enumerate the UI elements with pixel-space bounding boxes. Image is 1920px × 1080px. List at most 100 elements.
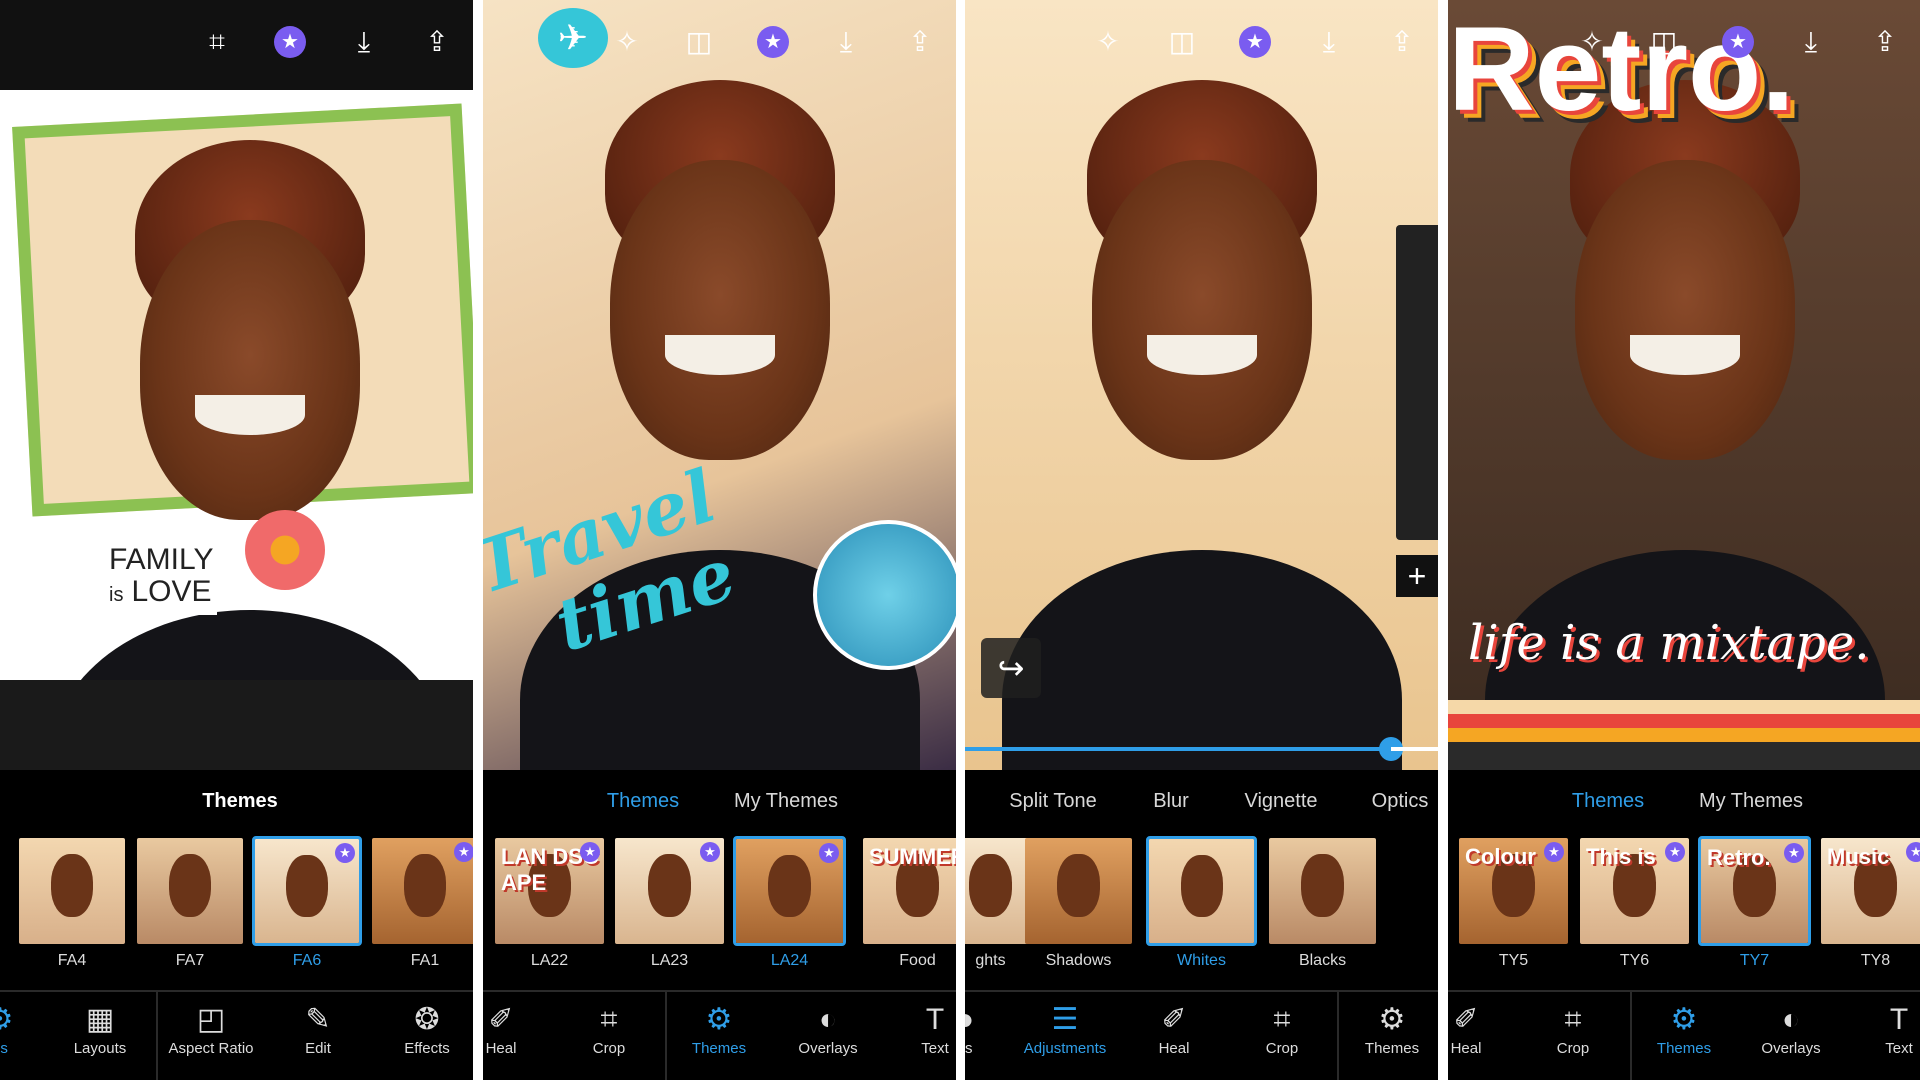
premium-star-icon: ★ (454, 842, 473, 862)
thumbnail-ty6[interactable]: This is ★ (1578, 836, 1691, 946)
redo-button[interactable]: ↪ (981, 638, 1041, 698)
nav-edit[interactable]: ✎ Edit (263, 1000, 373, 1057)
tab-blur[interactable]: Blur (1153, 790, 1189, 813)
nav-adjustments[interactable]: ☰ Adjustments (1010, 1000, 1120, 1057)
nav-text[interactable]: T Text (1844, 1000, 1920, 1057)
nav-heal[interactable]: ✐ Heal (1448, 1000, 1521, 1057)
tab-bar: Themes (0, 790, 473, 820)
thumbnail-label: Blacks (1298, 952, 1347, 969)
thumbnail-ty7[interactable]: Retro. ★ (1698, 836, 1811, 946)
adjust-slider[interactable] (965, 747, 1438, 751)
premium-star-icon[interactable]: ★ (1722, 26, 1754, 58)
nav-heal[interactable]: ✐ Heal (483, 1000, 556, 1057)
nav-label: Adjustments (1023, 1040, 1107, 1057)
tab-optics[interactable]: Optics (1372, 790, 1429, 813)
tab-bar: Split Tone Blur Vignette Optics (965, 790, 1438, 820)
tab-vignette[interactable]: Vignette (1244, 790, 1317, 813)
premium-star-icon[interactable]: ★ (274, 26, 306, 58)
magic-wand-icon[interactable]: ✧ (1090, 24, 1126, 60)
themes-icon: ⚙ (1378, 1003, 1406, 1036)
divider (965, 990, 1438, 992)
compare-icon[interactable]: ◫ (1646, 24, 1682, 60)
premium-star-icon: ★ (1906, 842, 1920, 862)
thumbnail-la24[interactable]: ★ (733, 836, 846, 946)
thumbnail-fa1[interactable]: ★ (370, 836, 473, 946)
premium-star-icon: ★ (580, 842, 600, 862)
photo-canvas[interactable]: Travel time ✈ (483, 0, 956, 770)
compare-icon[interactable]: ◫ (681, 24, 717, 60)
tab-themes[interactable]: Themes (202, 790, 278, 813)
thumbnail-ty8[interactable]: Music ★ (1819, 836, 1920, 946)
magic-wand-icon[interactable]: ✧ (609, 24, 645, 60)
tab-my-themes[interactable]: My Themes (734, 790, 838, 813)
add-button[interactable]: + (1396, 555, 1438, 597)
person-face (140, 220, 360, 520)
nav-heal[interactable]: ✐ Heal (1119, 1000, 1229, 1057)
premium-star-icon[interactable]: ★ (1239, 26, 1271, 58)
tab-my-themes[interactable]: My Themes (1699, 790, 1803, 813)
thumbnail-shadows[interactable] (1023, 836, 1134, 946)
thumbnail-label: ghts (975, 952, 1006, 969)
premium-star-icon: ★ (700, 842, 720, 862)
thumbnail-face (403, 853, 447, 918)
photo-canvas[interactable]: Retro. life is a mixtape. (1448, 0, 1920, 770)
nav-text[interactable]: T Text (880, 1000, 956, 1057)
premium-star-icon: ★ (1665, 842, 1685, 862)
thumbnail-title: This is (1586, 844, 1656, 869)
tab-split-tone[interactable]: Split Tone (1009, 790, 1096, 813)
nav-label: Overlays (798, 1040, 858, 1057)
caption-line-2: is (109, 584, 124, 606)
tab-themes[interactable]: Themes (607, 790, 679, 813)
thumbnail-la23[interactable]: ★ (613, 836, 726, 946)
thumbnail-food[interactable]: SUMMER (861, 836, 956, 946)
thumbnail-fa6[interactable]: ★ (252, 836, 362, 946)
nav-layouts[interactable]: ▦ Layouts (45, 1000, 155, 1057)
scan-icon[interactable]: ⌗ (199, 24, 235, 60)
share-icon[interactable]: ⇪ (1384, 24, 1420, 60)
nav-overlays[interactable]: ◐ Overlays (773, 1000, 883, 1057)
nav-overlays[interactable]: ◐ Overlays (1736, 1000, 1846, 1057)
compare-icon[interactable]: ◫ (1164, 24, 1200, 60)
thumbnail-whites[interactable] (1146, 836, 1257, 946)
share-icon[interactable]: ⇪ (902, 24, 938, 60)
thumbnail-blacks[interactable] (1267, 836, 1378, 946)
nav-themes[interactable]: ⚙ Themes (664, 1000, 774, 1057)
thumbnail-la22[interactable]: LAN DSC APE ★ (493, 836, 606, 946)
bandage-icon: ✐ (1161, 1003, 1187, 1036)
nav-crop[interactable]: ⌗ Crop (1227, 1000, 1337, 1057)
share-icon[interactable]: ⇪ (419, 24, 455, 60)
theme-caption: FAMILY is LOVE (105, 540, 218, 615)
download-icon[interactable]: ⤓ (346, 24, 382, 60)
download-icon[interactable]: ⤓ (1793, 24, 1829, 60)
premium-star-icon[interactable]: ★ (757, 26, 789, 58)
nav-crop[interactable]: ⌗ Crop (1518, 1000, 1628, 1057)
magic-wand-icon[interactable]: ✧ (1574, 24, 1610, 60)
nav-crop[interactable]: ⌗ Crop (554, 1000, 664, 1057)
thumbnail-fa4[interactable] (17, 836, 127, 946)
thumbnail-title: SUMMER (869, 844, 956, 869)
thumbnail-label: TY5 (1498, 952, 1529, 969)
filter-strip[interactable] (1396, 225, 1438, 540)
nav-label: Heal (1450, 1040, 1482, 1057)
person-face (610, 160, 830, 460)
person-smile (195, 395, 305, 435)
photo-canvas[interactable]: + ↪ (965, 0, 1438, 770)
nav-themes[interactable]: ⚙ Themes (1629, 1000, 1739, 1057)
photo-canvas[interactable]: FAMILY is LOVE (0, 0, 473, 770)
nav-aspect-ratio[interactable]: ◰ Aspect Ratio (156, 1000, 266, 1057)
themes-icon: ⚙ (705, 1003, 733, 1036)
crop-icon: ⌗ (600, 1003, 618, 1036)
pencil-icon: ✎ (305, 1003, 331, 1036)
screen-3: + ↪ ✧ ◫ ★ ⤓ ⇪ Split Tone Blur Vignette Optics ghts S… (965, 0, 1438, 1080)
thumbnail-ty5[interactable]: Colour ★ (1457, 836, 1570, 946)
thumbnail-fa7[interactable] (135, 836, 245, 946)
globe-sticker (813, 520, 956, 670)
share-icon[interactable]: ⇪ (1867, 24, 1903, 60)
tab-themes[interactable]: Themes (1572, 790, 1644, 813)
download-icon[interactable]: ⤓ (828, 24, 864, 60)
tab-bar: Themes My Themes (1448, 790, 1920, 820)
nav-themes[interactable]: ⚙ Themes (1337, 1000, 1438, 1057)
nav-effects[interactable]: ❂ Effects (372, 1000, 473, 1057)
download-icon[interactable]: ⤓ (1311, 24, 1347, 60)
overlays-icon: ◐ (818, 1003, 838, 1036)
